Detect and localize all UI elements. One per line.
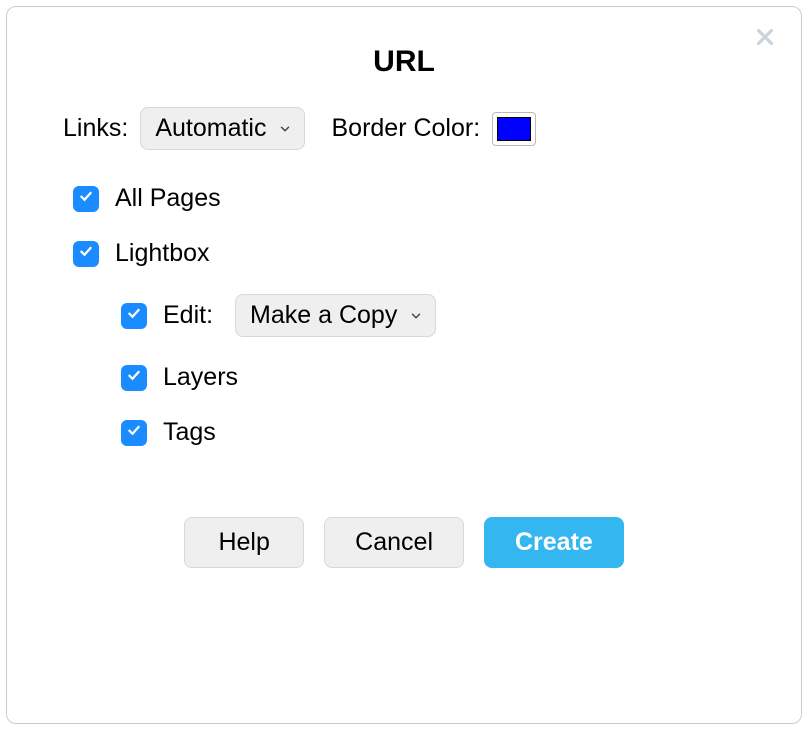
links-label: Links: <box>63 114 128 143</box>
layers-row: Layers <box>55 363 753 392</box>
dialog-footer: Help Cancel Create <box>55 517 753 568</box>
url-export-dialog: URL Links: Automatic Border Color: All P… <box>6 6 802 724</box>
lightbox-label: Lightbox <box>115 239 210 268</box>
tags-row: Tags <box>55 418 753 447</box>
border-color-picker[interactable] <box>492 112 536 146</box>
check-icon <box>125 421 143 444</box>
tags-checkbox[interactable] <box>121 420 147 446</box>
chevron-down-icon <box>409 309 423 323</box>
create-button[interactable]: Create <box>484 517 624 568</box>
all-pages-row: All Pages <box>55 184 753 213</box>
lightbox-row: Lightbox <box>55 239 753 268</box>
edit-checkbox[interactable] <box>121 303 147 329</box>
edit-select-value: Make a Copy <box>250 301 397 330</box>
check-icon <box>77 187 95 210</box>
links-select[interactable]: Automatic <box>140 107 305 150</box>
close-button[interactable] <box>751 25 779 53</box>
tags-label: Tags <box>163 418 216 447</box>
layers-label: Layers <box>163 363 238 392</box>
border-color-label: Border Color: <box>331 114 480 143</box>
close-icon <box>754 26 776 53</box>
all-pages-checkbox[interactable] <box>73 186 99 212</box>
border-color-swatch <box>497 117 531 141</box>
links-select-value: Automatic <box>155 114 266 143</box>
chevron-down-icon <box>278 122 292 136</box>
layers-checkbox[interactable] <box>121 365 147 391</box>
dialog-title: URL <box>55 45 753 79</box>
edit-label: Edit: <box>163 301 213 330</box>
all-pages-label: All Pages <box>115 184 221 213</box>
top-options-row: Links: Automatic Border Color: <box>55 107 753 150</box>
edit-row: Edit: Make a Copy <box>55 294 753 337</box>
check-icon <box>125 304 143 327</box>
lightbox-checkbox[interactable] <box>73 241 99 267</box>
cancel-button[interactable]: Cancel <box>324 517 464 568</box>
help-button[interactable]: Help <box>184 517 304 568</box>
edit-select[interactable]: Make a Copy <box>235 294 436 337</box>
check-icon <box>77 242 95 265</box>
check-icon <box>125 366 143 389</box>
